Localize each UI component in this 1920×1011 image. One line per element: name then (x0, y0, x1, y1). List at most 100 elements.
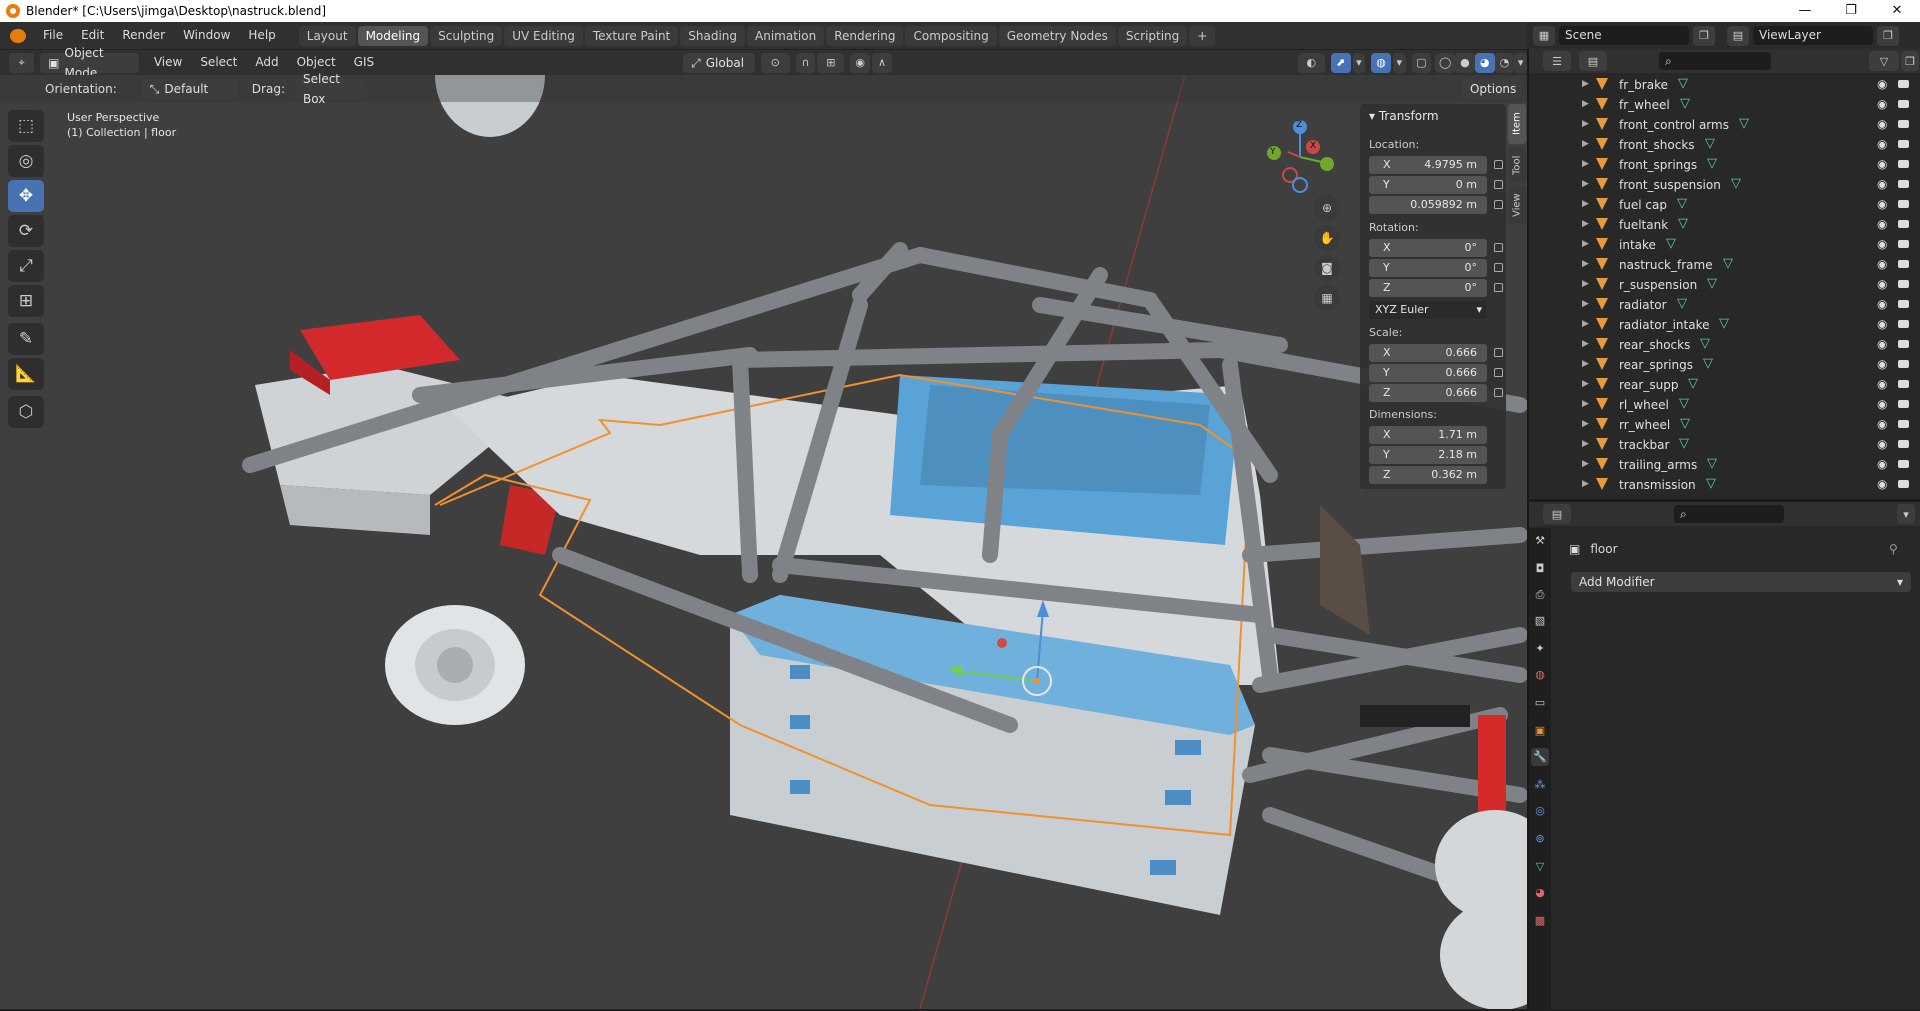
menu-help[interactable]: Help (239, 22, 284, 49)
render-properties-icon[interactable]: ◘ (1531, 560, 1549, 578)
overlay-toggle-icon[interactable]: ◍ (1371, 52, 1391, 73)
snap-target-icon[interactable]: ⊞ (817, 52, 845, 73)
scale-y-field[interactable]: Y 0.666 (1369, 364, 1487, 382)
collection-properties-icon[interactable]: ▭ (1531, 694, 1549, 712)
overlay-dropdown-icon[interactable]: ▾ (1392, 52, 1406, 73)
render-camera-icon[interactable] (1898, 320, 1909, 328)
visibility-eye-icon[interactable]: ◉ (1877, 257, 1887, 271)
lock-icon[interactable] (1494, 243, 1503, 252)
outliner-item[interactable]: ▶ rear_shocks ▽ ◉ (1529, 335, 1920, 355)
mesh-data-icon[interactable]: ▽ (1731, 177, 1743, 191)
outliner-item[interactable]: ▶ trailing_arms ▽ ◉ (1529, 455, 1920, 475)
render-camera-icon[interactable] (1898, 200, 1909, 208)
data-properties-icon[interactable]: ▽ (1531, 858, 1549, 876)
rotation-z-field[interactable]: Z 0° (1369, 279, 1487, 297)
cursor-icon[interactable]: ◎ (8, 145, 44, 177)
mesh-data-icon[interactable]: ▽ (1680, 97, 1692, 111)
outliner-item[interactable]: ▶ rear_springs ▽ ◉ (1529, 355, 1920, 375)
rendered-shading-icon[interactable]: ◔ (1494, 52, 1515, 73)
expand-arrow-icon[interactable]: ▶ (1582, 319, 1589, 329)
expand-arrow-icon[interactable]: ▶ (1582, 439, 1589, 449)
annotate-tool-icon[interactable]: ✎ (8, 323, 44, 355)
pin-icon[interactable]: ⚲ (1889, 542, 1898, 556)
render-camera-icon[interactable] (1898, 460, 1909, 468)
visibility-eye-icon[interactable]: ◉ (1877, 477, 1887, 491)
editor-type-icon[interactable]: ▤ (1543, 504, 1571, 524)
mesh-data-icon[interactable]: ▽ (1679, 437, 1691, 451)
scale-z-field[interactable]: Z 0.666 (1369, 384, 1487, 402)
menu-select[interactable]: Select (191, 49, 246, 76)
tab-scripting[interactable]: Scripting (1117, 25, 1188, 46)
expand-arrow-icon[interactable]: ▶ (1582, 419, 1589, 429)
mesh-data-icon[interactable]: ▽ (1739, 117, 1751, 131)
mesh-data-icon[interactable]: ▽ (1678, 217, 1690, 231)
mesh-data-icon[interactable]: ▽ (1680, 417, 1692, 431)
outliner-item[interactable]: ▶ front_springs ▽ ◉ (1529, 155, 1920, 175)
mesh-data-icon[interactable]: ▽ (1707, 277, 1719, 291)
location-y-field[interactable]: Y0 m (1369, 176, 1487, 194)
editor-type-icon[interactable]: ☰ (1543, 51, 1571, 71)
modifier-properties-icon[interactable]: 🔧 (1531, 748, 1549, 766)
wireframe-shading-icon[interactable]: ◯ (1435, 52, 1456, 73)
expand-arrow-icon[interactable]: ▶ (1582, 219, 1589, 229)
output-properties-icon[interactable]: ⎙ (1531, 586, 1549, 604)
view-layer-icon[interactable]: ▤ (1727, 25, 1749, 46)
blender-menu-icon[interactable] (10, 28, 26, 43)
tool-properties-icon[interactable]: ⚒ (1531, 532, 1549, 550)
solid-shading-icon[interactable]: ● (1455, 52, 1475, 73)
outliner-item[interactable]: ▶ intake ▽ ◉ (1529, 235, 1920, 255)
tab-layout[interactable]: Layout (298, 25, 356, 46)
tab-sculpting[interactable]: Sculpting (430, 25, 503, 46)
render-camera-icon[interactable] (1898, 440, 1909, 448)
mesh-data-icon[interactable]: ▽ (1679, 397, 1691, 411)
expand-arrow-icon[interactable]: ▶ (1582, 379, 1589, 389)
mesh-data-icon[interactable]: ▽ (1666, 237, 1678, 251)
tab-texture-paint[interactable]: Texture Paint (584, 25, 679, 46)
outliner-item[interactable]: ▶ radiator_intake ▽ ◉ (1529, 315, 1920, 335)
editor-type-icon[interactable]: ⌖ (9, 52, 35, 73)
minimize-button[interactable]: — (1782, 0, 1828, 22)
visibility-eye-icon[interactable]: ◉ (1877, 277, 1887, 291)
visibility-eye-icon[interactable]: ◉ (1877, 437, 1887, 451)
options-chevron-icon[interactable]: ▾ (1897, 504, 1915, 524)
dimensions-y-field[interactable]: Y 2.18 m (1369, 446, 1487, 464)
expand-arrow-icon[interactable]: ▶ (1582, 179, 1589, 189)
visibility-eye-icon[interactable]: ◉ (1877, 177, 1887, 191)
render-camera-icon[interactable] (1898, 480, 1909, 488)
outliner-item[interactable]: ▶ radiator ▽ ◉ (1529, 295, 1920, 315)
mesh-data-icon[interactable]: ▽ (1723, 257, 1735, 271)
expand-arrow-icon[interactable]: ▶ (1582, 119, 1589, 129)
mesh-data-icon[interactable]: ▽ (1678, 77, 1690, 91)
tab-compositing[interactable]: Compositing (905, 25, 997, 46)
mode-selector[interactable]: ▣ Object Mode (40, 46, 139, 80)
outliner-item[interactable]: ▶ fueltank ▽ ◉ (1529, 215, 1920, 235)
expand-arrow-icon[interactable]: ▶ (1582, 399, 1589, 409)
camera-view-icon[interactable]: ◙ (1314, 255, 1340, 281)
tab-tool[interactable]: Tool (1508, 147, 1526, 183)
visibility-eye-icon[interactable]: ◉ (1877, 197, 1887, 211)
ortho-grid-icon[interactable]: ▦ (1314, 285, 1340, 311)
mesh-data-icon[interactable]: ▽ (1688, 377, 1700, 391)
filter-icon[interactable]: ▽ (1869, 51, 1899, 71)
expand-arrow-icon[interactable]: ▶ (1582, 359, 1589, 369)
visibility-eye-icon[interactable]: ◉ (1877, 137, 1887, 151)
3d-viewport[interactable]: User Perspective (1) Collection | floor … (0, 75, 1527, 1009)
xray-toggle-icon[interactable]: ▢ (1411, 52, 1432, 73)
expand-arrow-icon[interactable]: ▶ (1582, 199, 1589, 209)
lock-icon[interactable] (1494, 348, 1503, 357)
expand-arrow-icon[interactable]: ▶ (1582, 79, 1589, 89)
shading-dropdown-icon[interactable]: ▾ (1514, 52, 1527, 73)
menu-add[interactable]: Add (246, 49, 287, 76)
visibility-eye-icon[interactable]: ◉ (1877, 77, 1887, 91)
render-camera-icon[interactable] (1898, 120, 1909, 128)
lock-icon[interactable] (1494, 283, 1503, 292)
render-camera-icon[interactable] (1898, 160, 1909, 168)
gizmo-dropdown-icon[interactable]: ▾ (1352, 52, 1366, 73)
measure-tool-icon[interactable]: 📐 (8, 358, 44, 390)
visibility-eye-icon[interactable]: ◉ (1877, 297, 1887, 311)
add-cube-tool-icon[interactable]: ⬡ (8, 396, 44, 428)
outliner-item[interactable]: ▶ fuel cap ▽ ◉ (1529, 195, 1920, 215)
add-workspace-button[interactable]: + (1189, 25, 1216, 46)
tab-animation[interactable]: Animation (747, 25, 825, 46)
scene-properties-icon[interactable]: ✦ (1531, 640, 1549, 658)
